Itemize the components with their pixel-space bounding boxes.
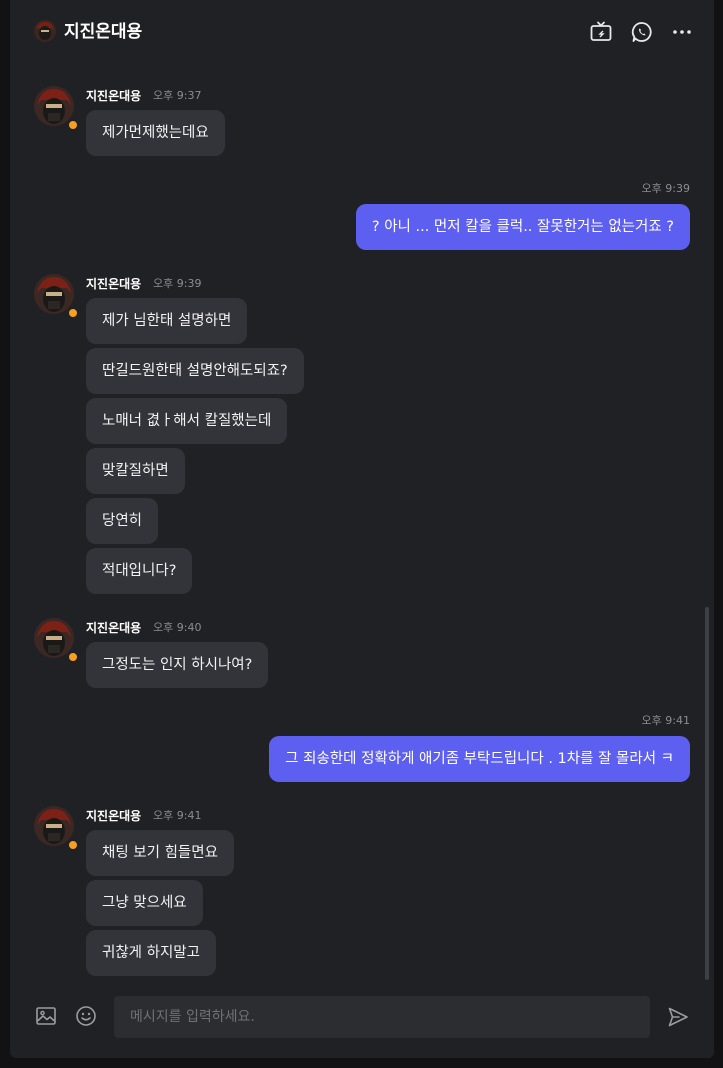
message-time: 오후 9:41 (153, 809, 202, 822)
sender-name: 지진온대용 (86, 277, 142, 291)
message-bubble[interactable]: 그냥 맞으세요 (86, 880, 203, 926)
image-icon[interactable] (34, 1004, 58, 1028)
chat-header: 지진온대용 (10, 0, 714, 64)
message-bubble[interactable]: 맞칼질하면 (86, 448, 185, 494)
online-status-dot (67, 839, 79, 851)
tv-icon[interactable] (589, 20, 613, 44)
message-list-scrollbar[interactable] (705, 607, 709, 980)
send-icon[interactable] (666, 1005, 690, 1029)
whatsapp-icon[interactable] (630, 20, 654, 44)
online-status-dot (67, 119, 79, 131)
message-bubble-outgoing[interactable]: ? 아니 ... 먼저 칼을 클럭.. 잘못한거는 없는거죠 ? (355, 204, 690, 250)
emoji-icon[interactable] (74, 1004, 98, 1028)
online-status-dot (67, 307, 79, 319)
online-status-dot (67, 651, 79, 663)
message-time: 오후 9:37 (153, 89, 202, 102)
message-bubble-outgoing[interactable]: 그 죄송한데 정확하게 애기좀 부탁드립니다 . 1차를 잘 몰라서 ㅋ (269, 736, 690, 782)
message-time: 오후 9:39 (641, 182, 690, 195)
message-bubble[interactable]: 채팅 보기 힘들면요 (86, 830, 234, 876)
sender-name: 지진온대용 (86, 621, 142, 635)
message-bubble[interactable]: 적대입니다? (86, 548, 193, 594)
message-bubble[interactable]: 그정도는 인지 하시나여? (86, 642, 269, 688)
message-bubble[interactable]: 노매너 겺ㅏ해서 칼질했는데 (86, 398, 288, 444)
chat-title: 지진온대용 (64, 22, 143, 42)
message-composer (10, 984, 714, 1058)
more-icon[interactable] (670, 20, 694, 44)
header-avatar[interactable] (34, 20, 56, 42)
message-time: 오후 9:41 (641, 714, 690, 727)
message-bubble[interactable]: 당연히 (86, 498, 159, 544)
message-bubble[interactable]: 제가 님한태 설명하면 (86, 298, 248, 344)
message-input[interactable] (114, 996, 650, 1038)
chat-window: 지진온대용 지진온대용 오후 9:37 제가먼제했는데요 오후 9:39 ? 아… (10, 0, 714, 1058)
sender-name: 지진온대용 (86, 89, 142, 103)
message-bubble[interactable]: 제가먼제했는데요 (86, 110, 225, 156)
message-time: 오후 9:39 (153, 277, 202, 290)
message-time: 오후 9:40 (153, 621, 202, 634)
message-bubble[interactable]: 귀찮게 하지말고 (86, 930, 216, 976)
sender-name: 지진온대용 (86, 809, 142, 823)
message-bubble[interactable]: 딴길드원한태 설명안해도되죠? (86, 348, 304, 394)
